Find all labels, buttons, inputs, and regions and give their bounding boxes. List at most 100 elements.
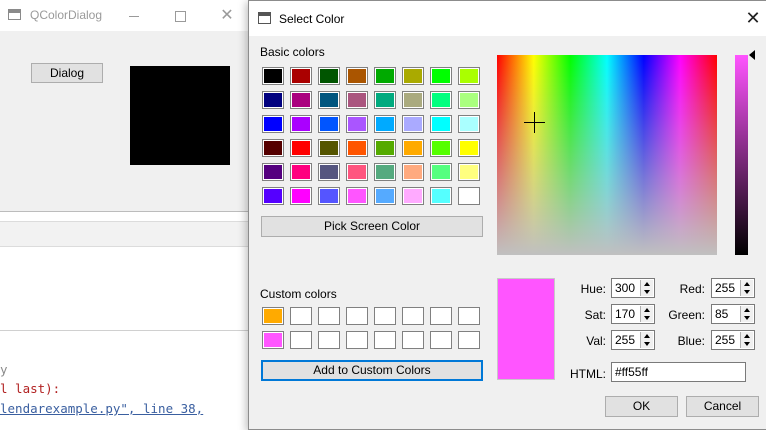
- hue-spinbox[interactable]: 300: [611, 278, 655, 298]
- basic-color-swatch[interactable]: [318, 187, 340, 205]
- basic-color-swatch[interactable]: [262, 67, 284, 85]
- minimize-button[interactable]: [111, 0, 157, 31]
- spin-arrows-icon[interactable]: [740, 306, 753, 322]
- basic-color-swatch[interactable]: [458, 187, 480, 205]
- green-label: Green:: [668, 308, 705, 322]
- basic-color-swatch[interactable]: [290, 163, 312, 181]
- custom-color-swatch[interactable]: [402, 331, 424, 349]
- hue-saturation-field[interactable]: [497, 55, 717, 255]
- basic-color-swatch[interactable]: [374, 139, 396, 157]
- close-icon: ✕: [745, 8, 761, 28]
- custom-color-swatch[interactable]: [458, 331, 480, 349]
- basic-color-swatch[interactable]: [318, 163, 340, 181]
- basic-color-swatch[interactable]: [430, 139, 452, 157]
- window-title: QColorDialog: [30, 8, 103, 22]
- basic-color-swatch[interactable]: [430, 67, 452, 85]
- dialog-title: Select Color: [279, 12, 345, 26]
- basic-color-swatch[interactable]: [402, 67, 424, 85]
- basic-color-swatch[interactable]: [346, 187, 368, 205]
- close-button[interactable]: ✕: [204, 0, 250, 31]
- basic-color-swatch[interactable]: [346, 139, 368, 157]
- basic-color-swatch[interactable]: [318, 91, 340, 109]
- basic-color-swatch[interactable]: [290, 91, 312, 109]
- basic-color-swatch[interactable]: [402, 187, 424, 205]
- basic-color-swatch[interactable]: [402, 139, 424, 157]
- custom-color-swatch[interactable]: [430, 307, 452, 325]
- basic-color-swatch[interactable]: [346, 91, 368, 109]
- basic-color-swatch[interactable]: [402, 91, 424, 109]
- basic-color-swatch[interactable]: [318, 139, 340, 157]
- basic-color-swatch[interactable]: [262, 187, 284, 205]
- open-dialog-button[interactable]: Dialog: [31, 63, 103, 83]
- dialog-titlebar[interactable]: Select Color ✕: [249, 1, 766, 36]
- custom-color-swatch[interactable]: [346, 307, 368, 325]
- spin-arrows-icon[interactable]: [740, 332, 753, 348]
- basic-color-swatch[interactable]: [458, 67, 480, 85]
- current-color-preview: [497, 278, 555, 380]
- spin-arrows-icon[interactable]: [740, 280, 753, 296]
- basic-color-swatch[interactable]: [402, 163, 424, 181]
- basic-color-swatch[interactable]: [262, 91, 284, 109]
- spin-arrows-icon[interactable]: [640, 332, 653, 348]
- custom-color-swatch[interactable]: [430, 331, 452, 349]
- val-spinbox[interactable]: 255: [611, 330, 655, 350]
- basic-color-swatch[interactable]: [402, 115, 424, 133]
- pick-screen-color-button[interactable]: Pick Screen Color: [261, 216, 483, 237]
- basic-color-swatch[interactable]: [262, 139, 284, 157]
- basic-color-swatch[interactable]: [346, 67, 368, 85]
- basic-color-swatch[interactable]: [458, 163, 480, 181]
- custom-color-swatch[interactable]: [318, 307, 340, 325]
- basic-color-swatch[interactable]: [458, 139, 480, 157]
- basic-color-swatch[interactable]: [290, 115, 312, 133]
- basic-color-swatch[interactable]: [430, 115, 452, 133]
- window-titlebar[interactable]: QColorDialog ✕: [0, 0, 250, 31]
- custom-color-swatch[interactable]: [290, 307, 312, 325]
- basic-color-swatch[interactable]: [318, 67, 340, 85]
- basic-color-swatch[interactable]: [262, 163, 284, 181]
- custom-color-swatch[interactable]: [262, 331, 284, 349]
- basic-color-swatch[interactable]: [346, 115, 368, 133]
- custom-color-swatch[interactable]: [318, 331, 340, 349]
- basic-color-swatch[interactable]: [318, 115, 340, 133]
- custom-color-swatch[interactable]: [262, 307, 284, 325]
- basic-color-swatch[interactable]: [374, 163, 396, 181]
- add-to-custom-colors-button[interactable]: Add to Custom Colors: [261, 360, 483, 381]
- basic-color-swatch[interactable]: [290, 187, 312, 205]
- custom-color-swatch[interactable]: [374, 307, 396, 325]
- hue-value: 300: [615, 281, 636, 295]
- custom-color-swatch[interactable]: [346, 331, 368, 349]
- spin-arrows-icon[interactable]: [640, 306, 653, 322]
- html-color-input[interactable]: [611, 362, 746, 382]
- custom-color-swatch[interactable]: [402, 307, 424, 325]
- blue-spinbox[interactable]: 255: [711, 330, 755, 350]
- basic-color-swatch[interactable]: [374, 91, 396, 109]
- basic-color-swatch[interactable]: [458, 115, 480, 133]
- basic-color-swatch[interactable]: [430, 91, 452, 109]
- spin-arrows-icon[interactable]: [640, 280, 653, 296]
- basic-color-swatch[interactable]: [262, 115, 284, 133]
- red-spinbox[interactable]: 255: [711, 278, 755, 298]
- crosshair-cursor-icon[interactable]: [524, 112, 545, 133]
- basic-color-swatch[interactable]: [374, 187, 396, 205]
- value-slider[interactable]: [735, 55, 748, 255]
- basic-color-swatch[interactable]: [430, 187, 452, 205]
- custom-color-swatch[interactable]: [458, 307, 480, 325]
- ok-button[interactable]: OK: [605, 396, 678, 417]
- traceback-link[interactable]: lendarexample.py", line 38,: [0, 401, 203, 416]
- basic-color-swatch[interactable]: [374, 115, 396, 133]
- custom-color-swatch[interactable]: [374, 331, 396, 349]
- cancel-button[interactable]: Cancel: [686, 396, 759, 417]
- basic-color-swatch[interactable]: [290, 67, 312, 85]
- basic-color-swatch[interactable]: [458, 91, 480, 109]
- dialog-window-icon: [258, 12, 271, 24]
- basic-color-swatch[interactable]: [430, 163, 452, 181]
- dialog-close-button[interactable]: ✕: [743, 7, 763, 29]
- custom-color-swatch[interactable]: [290, 331, 312, 349]
- sat-spinbox[interactable]: 170: [611, 304, 655, 324]
- maximize-button[interactable]: [157, 0, 203, 31]
- value-slider-pointer-icon[interactable]: [749, 50, 755, 60]
- basic-color-swatch[interactable]: [346, 163, 368, 181]
- basic-color-swatch[interactable]: [374, 67, 396, 85]
- basic-color-swatch[interactable]: [290, 139, 312, 157]
- green-spinbox[interactable]: 85: [711, 304, 755, 324]
